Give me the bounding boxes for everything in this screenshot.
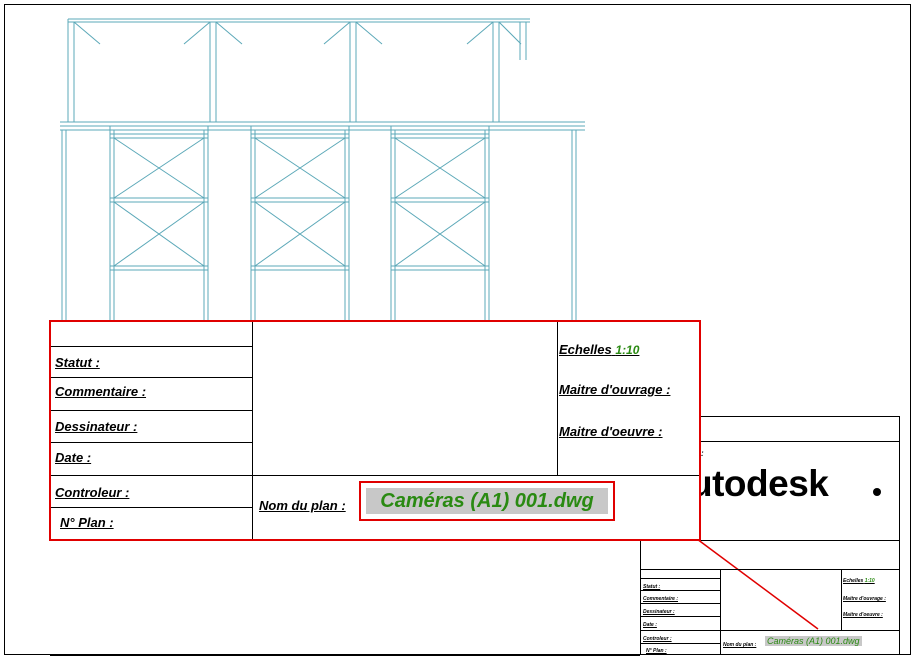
zoom-divider xyxy=(51,346,252,347)
echelles-text: Echelles xyxy=(559,342,612,357)
controleur-label: Controleur : xyxy=(55,485,130,500)
scale-value: 1:10 xyxy=(615,343,640,357)
knee-brace xyxy=(498,21,522,45)
zoom-divider xyxy=(51,377,252,378)
nom-du-plan-label: Nom du plan : xyxy=(259,498,346,513)
mini-statut-label: Statut : xyxy=(643,584,661,590)
steel-structure-elevation xyxy=(60,18,585,320)
zoom-divider xyxy=(51,507,252,508)
knee-brace xyxy=(355,21,383,45)
knee-brace xyxy=(215,21,243,45)
statut-label: Statut : xyxy=(55,355,100,370)
knee-brace xyxy=(466,21,494,45)
knee-brace xyxy=(323,21,351,45)
maitre-oeuvre-label: Maitre d'oeuvre : xyxy=(559,424,663,439)
zoom-divider xyxy=(51,442,252,443)
mini-file-name: Caméras (A1) 001.dwg xyxy=(765,636,862,646)
file-name: Caméras (A1) 001.dwg xyxy=(380,489,594,512)
mini-maitre-ouvrage-label: Maitre d'ouvrage : xyxy=(843,596,886,602)
numero-plan-label: N° Plan : xyxy=(60,515,114,530)
file-name-field: Caméras (A1) 001.dwg xyxy=(366,488,608,514)
zoom-divider xyxy=(51,475,699,476)
file-name-highlight: Caméras (A1) 001.dwg xyxy=(359,481,615,521)
date-label: Date : xyxy=(55,450,92,465)
title-block-zoom: Statut : Commentaire : Dessinateur : Dat… xyxy=(49,320,701,541)
maitre-ouvrage-label: Maitre d'ouvrage : xyxy=(559,382,671,397)
mini-controleur-label: Controleur : xyxy=(643,636,672,642)
commentaire-label: Commentaire : xyxy=(55,384,147,399)
zoom-divider xyxy=(252,322,253,539)
mini-dessinateur-label: Dessinateur : xyxy=(643,609,675,615)
zoom-divider xyxy=(51,410,252,411)
knee-brace xyxy=(183,21,211,45)
mini-echelles-text: Echelles xyxy=(843,578,864,584)
zoom-divider xyxy=(557,322,558,475)
mini-echelles-label: Echelles 1:10 xyxy=(843,578,875,584)
mini-nom-du-plan-label: Nom du plan : xyxy=(723,642,757,648)
mini-maitre-oeuvre-label: Maitre d'oeuvre : xyxy=(843,612,883,618)
zoom-leader-line xyxy=(696,538,819,630)
dessinateur-label: Dessinateur : xyxy=(55,419,138,434)
mini-scale-value: 1:10 xyxy=(864,578,875,584)
mini-numero-plan-label: N° Plan : xyxy=(646,648,667,654)
knee-brace xyxy=(73,21,101,45)
mini-colon-mark: : xyxy=(701,449,704,458)
mini-date-label: Date : xyxy=(643,622,657,628)
autodesk-logo: utodesk xyxy=(690,463,829,504)
mini-commentaire-label: Commentaire : xyxy=(643,596,679,602)
registered-mark-icon xyxy=(873,488,881,496)
echelles-label: Echelles 1:10 xyxy=(559,342,639,357)
